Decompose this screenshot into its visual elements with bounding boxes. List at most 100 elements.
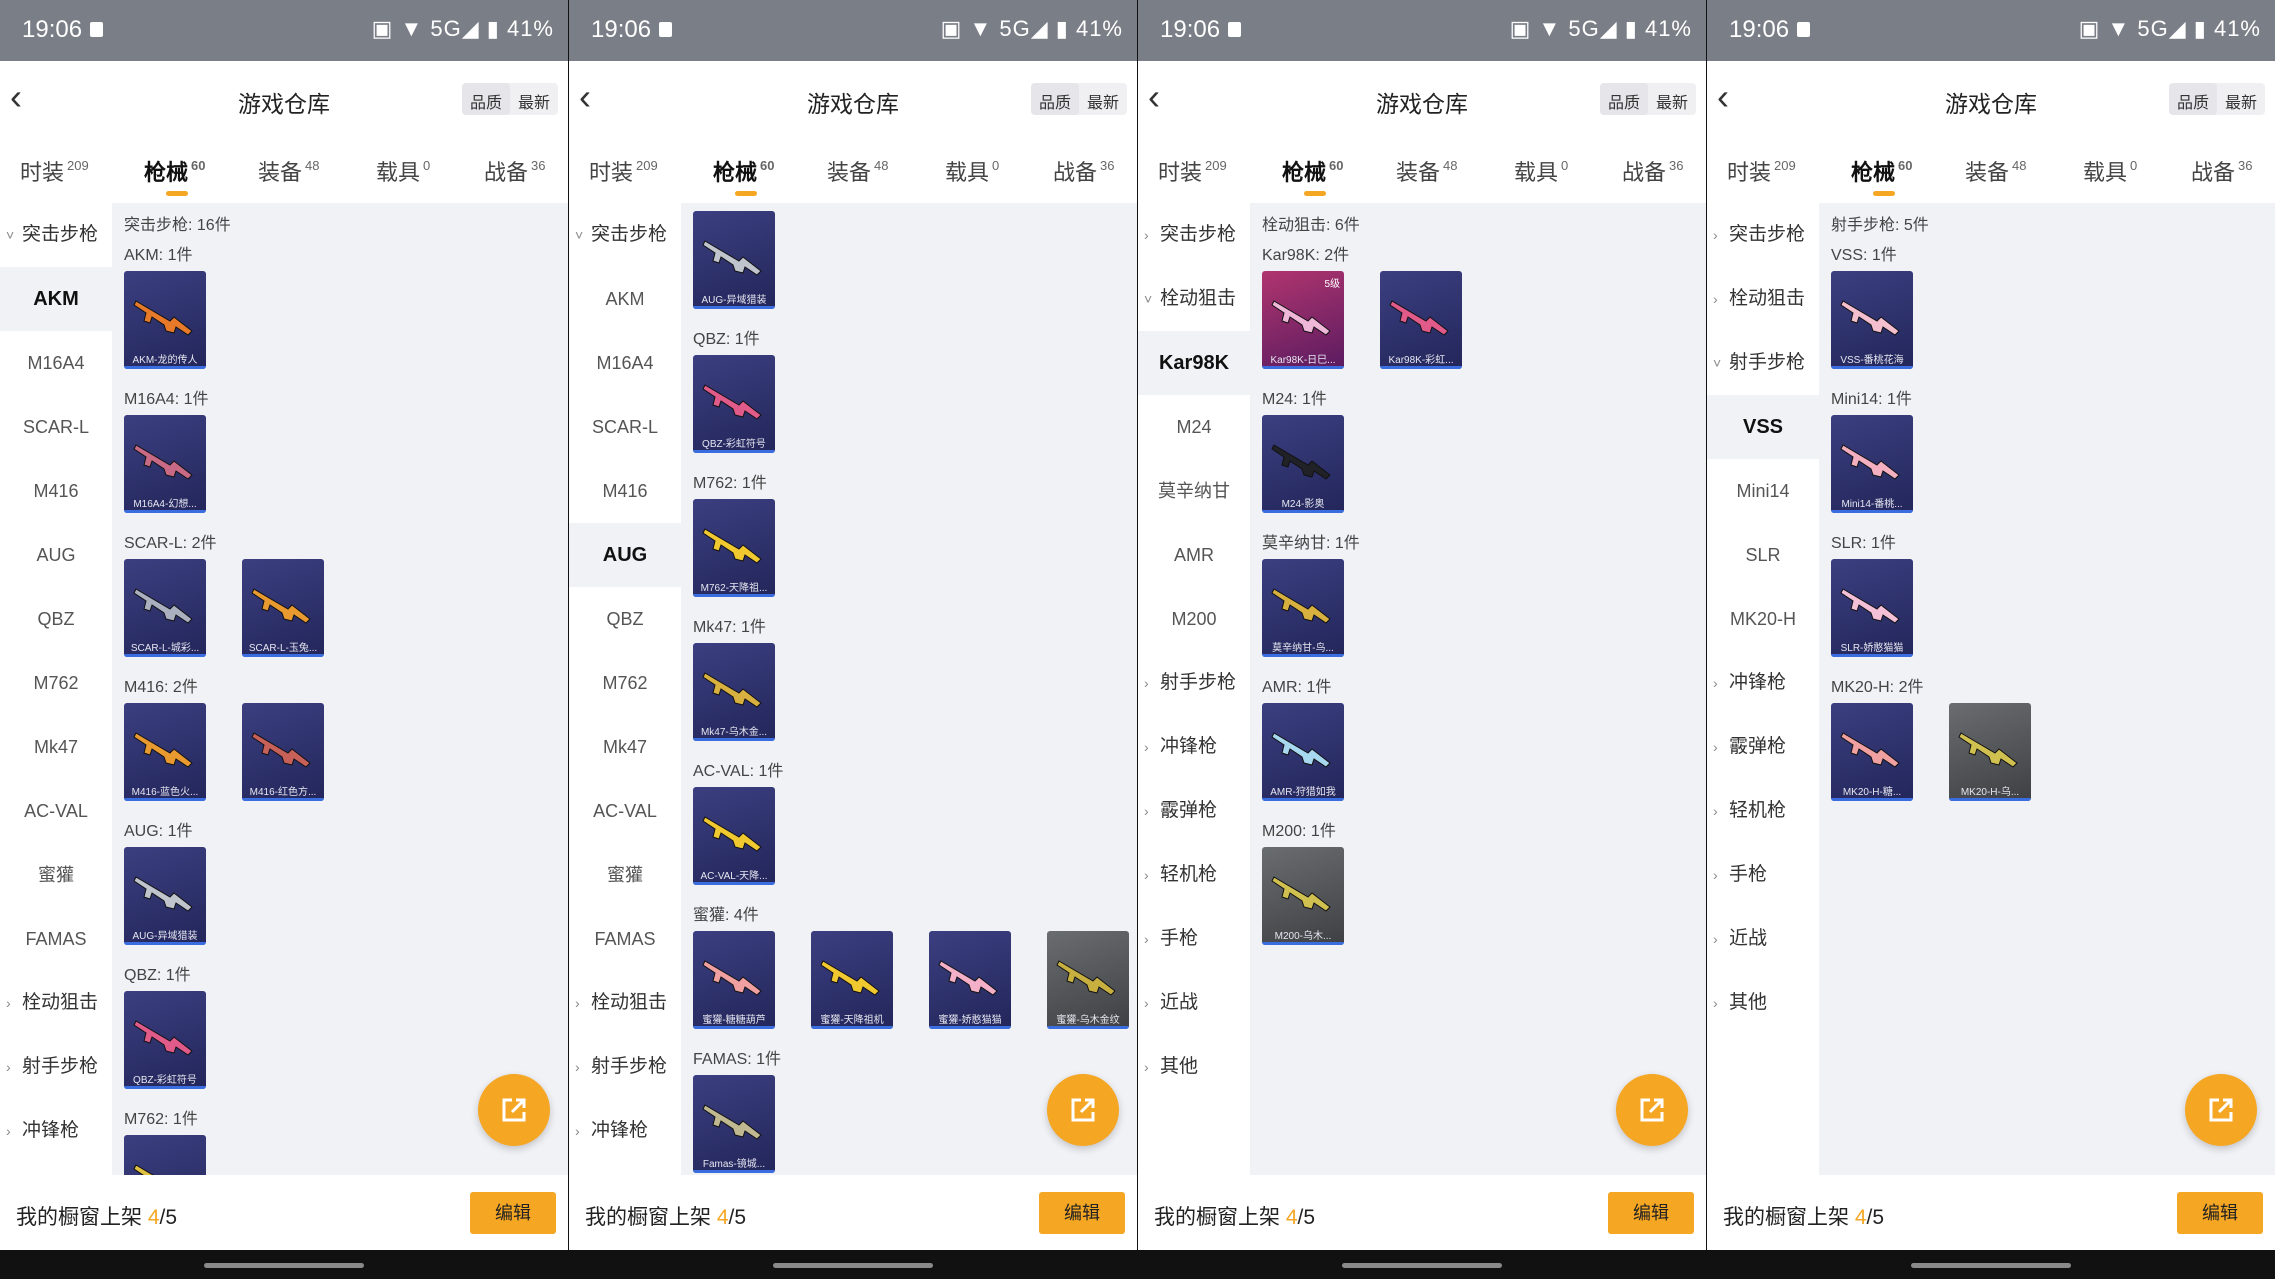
sidebar-category[interactable]: › 轻机枪 [1707,779,1819,843]
sidebar-item[interactable]: AUG [0,523,112,587]
item-card[interactable]: AKM-龙的传人 [124,271,206,369]
sidebar-item[interactable]: M416 [569,459,681,523]
sidebar-category[interactable]: › 冲锋枪 [569,1099,681,1163]
sidebar-category[interactable]: › 射手步枪 [569,1035,681,1099]
item-card[interactable]: VSS-番桃花海 [1831,271,1913,369]
sidebar-item[interactable]: Mk47 [569,715,681,779]
sort-newest-button[interactable]: 最新 [1648,83,1696,115]
sidebar-item[interactable]: 蜜獾 [0,843,112,907]
sidebar-item[interactable]: VSS [1707,395,1819,459]
sidebar-item[interactable]: Mini14 [1707,459,1819,523]
home-indicator[interactable] [773,1263,933,1268]
edit-button[interactable]: 编辑 [2177,1192,2263,1234]
edit-button[interactable]: 编辑 [1608,1192,1694,1234]
item-card[interactable]: SCAR-L-城彩... [124,559,206,657]
sidebar-item[interactable]: M16A4 [0,331,112,395]
sidebar-category[interactable]: › 近战 [1138,971,1250,1035]
sort-newest-button[interactable]: 最新 [2217,83,2265,115]
tab-2[interactable]: 枪械 60 [1851,155,1912,196]
sidebar-category[interactable]: › 栓动狙击 [569,971,681,1035]
sidebar-item[interactable]: QBZ [0,587,112,651]
sidebar-item[interactable]: M16A4 [569,331,681,395]
sort-newest-button[interactable]: 最新 [1079,83,1127,115]
sidebar-category[interactable]: › 冲锋枪 [1138,715,1250,779]
item-card[interactable]: Kar98K-彩虹... [1380,271,1462,369]
sidebar-item[interactable]: Mk47 [0,715,112,779]
item-card[interactable]: AUG-异域猎装 [124,847,206,945]
tab-5[interactable]: 战备 36 [1622,155,1683,187]
sidebar-item[interactable]: MK20-H [1707,587,1819,651]
sidebar-category[interactable]: › 其他 [1138,1035,1250,1099]
tab-3[interactable]: 装备 48 [1965,155,2026,187]
sidebar-item[interactable]: AMR [1138,523,1250,587]
tab-1[interactable]: 时装 209 [20,155,89,187]
sidebar-category[interactable]: › 轻机枪 [1138,843,1250,907]
sidebar-category[interactable]: › 冲锋枪 [1707,651,1819,715]
tab-5[interactable]: 战备 36 [484,155,545,187]
item-card[interactable]: 蜜獾-天降祖机 [811,931,893,1029]
sidebar-item[interactable]: FAMAS [0,907,112,971]
sidebar-item[interactable]: AKM [569,267,681,331]
item-card[interactable]: MK20-H-糖... [1831,703,1913,801]
sidebar-category[interactable]: › 射手步枪 [0,1035,112,1099]
sidebar-item[interactable]: AC-VAL [569,779,681,843]
sort-toggle[interactable]: 品质 最新 [461,83,558,115]
sidebar-category[interactable]: › 栓动狙击 [0,971,112,1035]
share-button[interactable] [2185,1074,2257,1146]
item-card[interactable]: Mk47-乌木金... [693,643,775,741]
item-card[interactable]: 5级 Kar98K-日巳... [1262,271,1344,369]
item-card[interactable]: SCAR-L-玉兔... [242,559,324,657]
sort-quality-button[interactable]: 品质 [1599,83,1648,115]
sort-quality-button[interactable]: 品质 [2168,83,2217,115]
item-card[interactable]: MK20-H-乌... [1949,703,2031,801]
item-card[interactable]: QBZ-彩虹符号 [124,991,206,1089]
tab-4[interactable]: 载具 0 [1514,155,1568,187]
sidebar-item[interactable]: AKM [0,267,112,331]
home-indicator[interactable] [1342,1263,1502,1268]
sidebar-category[interactable]: ˅ 射手步枪 [1707,331,1819,395]
item-card[interactable]: AUG-异域猎装 [693,211,775,309]
sidebar-item[interactable]: 莫辛纳甘 [1138,459,1250,523]
tab-5[interactable]: 战备 36 [2191,155,2252,187]
sort-toggle[interactable]: 品质 最新 [2168,83,2265,115]
item-card[interactable] [124,1135,206,1175]
tab-2[interactable]: 枪械 60 [1282,155,1343,196]
home-indicator[interactable] [1911,1263,2071,1268]
edit-button[interactable]: 编辑 [470,1192,556,1234]
sidebar-item[interactable]: 蜜獾 [569,843,681,907]
item-card[interactable]: 蜜獾-糖糖葫芦 [693,931,775,1029]
tab-1[interactable]: 时装 209 [1727,155,1796,187]
item-card[interactable]: AMR-狩猎如我 [1262,703,1344,801]
edit-button[interactable]: 编辑 [1039,1192,1125,1234]
sidebar-item[interactable]: Kar98K [1138,331,1250,395]
sidebar-item[interactable]: M762 [0,651,112,715]
sidebar-category[interactable]: › 霰弹枪 [1138,779,1250,843]
tab-3[interactable]: 装备 48 [1396,155,1457,187]
sidebar-item[interactable]: AUG [569,523,681,587]
tab-4[interactable]: 载具 0 [2083,155,2137,187]
item-card[interactable]: AC-VAL-天降... [693,787,775,885]
sidebar-category[interactable]: › 射手步枪 [1138,651,1250,715]
item-card[interactable]: QBZ-彩虹符号 [693,355,775,453]
item-card[interactable]: M24-影奥 [1262,415,1344,513]
item-card[interactable]: 莫辛纳甘-鸟... [1262,559,1344,657]
tab-3[interactable]: 装备 48 [258,155,319,187]
item-card[interactable]: M762-天降祖... [693,499,775,597]
share-button[interactable] [1616,1074,1688,1146]
item-card[interactable]: Famas-镜城... [693,1075,775,1173]
sidebar-category[interactable]: › 手枪 [1707,843,1819,907]
item-card[interactable]: Mini14-番桃... [1831,415,1913,513]
sidebar-item[interactable]: M762 [569,651,681,715]
sidebar-category[interactable]: › 其他 [1707,971,1819,1035]
sort-toggle[interactable]: 品质 最新 [1599,83,1696,115]
sidebar-item[interactable]: FAMAS [569,907,681,971]
home-indicator[interactable] [204,1263,364,1268]
sidebar-category[interactable]: ˅ 栓动狙击 [1138,267,1250,331]
sidebar-category[interactable]: ˅ 突击步枪 [0,203,112,267]
item-card[interactable]: M416-蓝色火... [124,703,206,801]
sidebar-item[interactable]: SCAR-L [0,395,112,459]
item-card[interactable]: SLR-娇憨猫猫 [1831,559,1913,657]
sidebar-item[interactable]: M24 [1138,395,1250,459]
sidebar-category[interactable]: › 手枪 [1138,907,1250,971]
share-button[interactable] [478,1074,550,1146]
